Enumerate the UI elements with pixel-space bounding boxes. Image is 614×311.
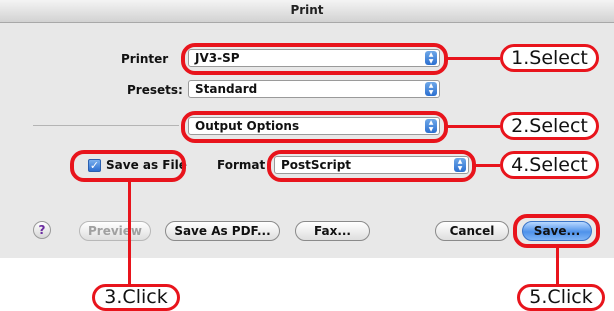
format-label: Format (217, 158, 266, 172)
callout-step3: 3.Click (92, 284, 180, 311)
connector-line-2 (448, 125, 500, 128)
presets-value: Standard (195, 82, 258, 96)
annotation-ring-save (513, 214, 600, 248)
fax-button[interactable]: Fax... (295, 221, 370, 241)
annotation-ring-format (267, 150, 476, 182)
callout-step2: 2.Select (500, 112, 599, 140)
preview-button[interactable]: Preview (79, 221, 151, 241)
presets-label: Presets: (127, 83, 183, 97)
connector-line-3 (128, 182, 131, 288)
title-bar: Print (0, 0, 614, 23)
connector-line-1 (448, 57, 500, 60)
save-as-pdf-button[interactable]: Save As PDF... (165, 221, 280, 241)
callout-step4: 4.Select (500, 151, 599, 179)
connector-line-5 (556, 248, 559, 288)
question-mark-icon: ? (38, 223, 46, 237)
printer-label: Printer (121, 52, 169, 66)
presets-popup[interactable]: Standard ▲ ▼ (188, 80, 440, 98)
annotation-ring-printer (181, 43, 448, 75)
dialog-title: Print (290, 3, 324, 17)
callout-step5: 5.Click (517, 284, 605, 311)
annotation-ring-section (181, 111, 448, 143)
connector-line-4 (476, 164, 500, 167)
callout-step1: 1.Select (500, 44, 599, 72)
cancel-button[interactable]: Cancel (435, 221, 509, 241)
help-button[interactable]: ? (33, 221, 51, 239)
separator-left (33, 125, 179, 126)
up-down-arrows-icon: ▲ ▼ (425, 82, 437, 96)
annotation-ring-save-as-file (70, 150, 186, 182)
